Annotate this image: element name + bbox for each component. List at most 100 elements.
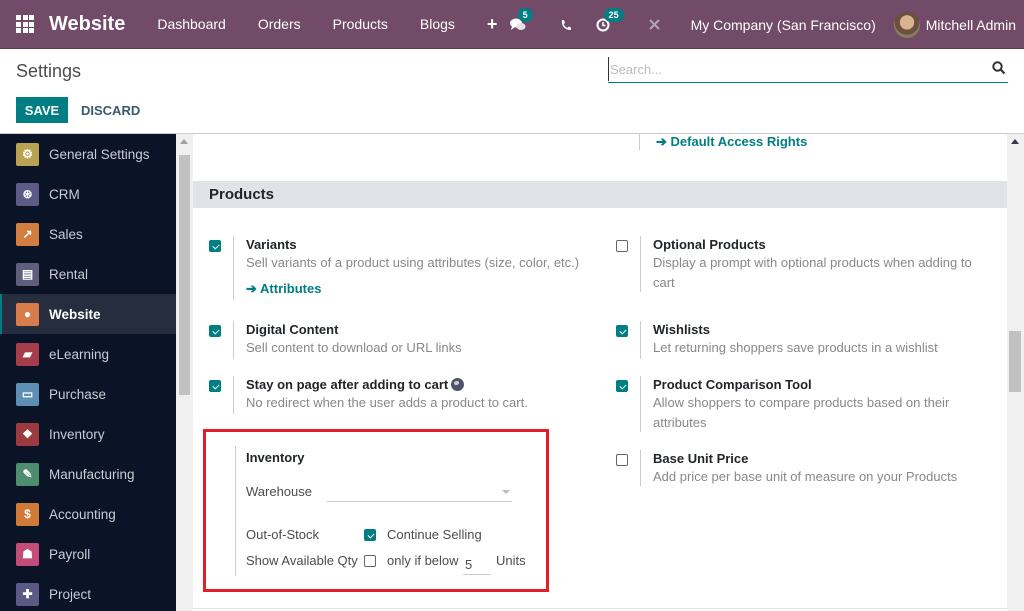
sidebar-item-label: CRM — [49, 186, 80, 202]
payroll-icon: ☗ — [16, 542, 39, 566]
handshake-icon: ⊛ — [16, 182, 39, 206]
sidebar-item-purchase[interactable]: ▭ Purchase — [0, 374, 176, 414]
chart-icon: ↗ — [16, 222, 39, 246]
avatar — [893, 11, 920, 38]
globe-icon — [451, 378, 465, 391]
invoice-icon: $ — [16, 502, 39, 526]
menu-blogs[interactable]: Blogs — [404, 16, 471, 32]
sidebar-item-manufacturing[interactable]: ✎ Manufacturing — [0, 454, 176, 494]
warehouse-label: Warehouse — [246, 484, 312, 499]
scroll-thumb[interactable] — [179, 155, 190, 395]
menu-orders[interactable]: Orders — [242, 16, 317, 32]
product-comparison-checkbox[interactable] — [616, 380, 628, 392]
arrow-right-icon: ➔ — [656, 134, 671, 149]
search-bar — [608, 57, 1008, 83]
activities-button[interactable]: 25 — [586, 7, 624, 32]
inventory-highlight-box: Inventory Warehouse Out-of-Stock Continu… — [203, 429, 549, 592]
search-input[interactable] — [608, 57, 978, 81]
gear-icon: ⚙ — [16, 142, 39, 166]
save-button[interactable]: SAVE — [16, 97, 68, 123]
control-panel: Settings SAVE DISCARD — [0, 49, 1024, 134]
sidebar-item-label: Sales — [49, 226, 83, 242]
search-icon[interactable] — [992, 61, 1006, 75]
apps-grid-icon[interactable] — [16, 15, 34, 33]
divider — [193, 608, 1007, 609]
sidebar-item-label: Manufacturing — [49, 466, 135, 482]
phone-button[interactable] — [550, 19, 582, 31]
sidebar-item-accounting[interactable]: $ Accounting — [0, 494, 176, 534]
setting-title: Product Comparison Tool — [653, 377, 812, 392]
arrow-right-icon: ➔ — [246, 281, 261, 296]
box-icon: ❖ — [16, 422, 39, 446]
menu-dashboard[interactable]: Dashboard — [141, 16, 242, 32]
attributes-link[interactable]: ➔ Attributes — [246, 281, 321, 297]
show-available-qty-label: Show Available Qty — [246, 553, 358, 568]
wishlists-checkbox[interactable] — [616, 325, 628, 337]
sidebar-scrollbar[interactable] — [176, 134, 193, 611]
messages-button[interactable]: 5 — [500, 7, 536, 32]
scroll-up-arrow-icon[interactable] — [1011, 139, 1019, 144]
setting-title: Optional Products — [653, 237, 766, 252]
scroll-up-arrow-icon[interactable] — [180, 139, 188, 144]
optional-products-checkbox[interactable] — [616, 240, 628, 252]
globe-icon: ● — [16, 302, 39, 326]
sidebar-item-label: Project — [49, 586, 92, 602]
sidebar-item-crm[interactable]: ⊛ CRM — [0, 174, 176, 214]
activities-badge: 25 — [603, 7, 624, 22]
only-if-below-label: only if below — [387, 553, 459, 568]
sidebar-item-label: Rental — [49, 266, 89, 282]
setting-description: Add price per base unit of measure on yo… — [653, 469, 958, 484]
warehouse-select[interactable] — [327, 480, 512, 502]
setting-title: Digital Content — [246, 322, 339, 337]
wrench-icon: ✎ — [16, 462, 39, 486]
sidebar-item-label: General Settings — [49, 146, 150, 162]
company-switcher[interactable]: My Company (San Francisco) — [671, 17, 894, 33]
sidebar-item-label: Accounting — [49, 506, 116, 522]
base-unit-price-checkbox[interactable] — [616, 454, 628, 466]
calendar-icon: ▤ — [16, 262, 39, 286]
messages-badge: 5 — [517, 7, 533, 22]
tools-icon — [648, 19, 660, 30]
variants-checkbox[interactable] — [209, 240, 221, 252]
debug-tools-button[interactable] — [638, 18, 671, 31]
show-available-qty-checkbox[interactable] — [364, 555, 376, 567]
app-name[interactable]: Website — [49, 13, 125, 36]
digital-content-checkbox[interactable] — [209, 325, 221, 337]
sidebar-item-website[interactable]: ● Website — [0, 294, 176, 334]
sidebar-item-elearning[interactable]: ▰ eLearning — [0, 334, 176, 374]
setting-description: Sell variants of a product using attribu… — [246, 255, 580, 270]
top-navbar: Website Dashboard Orders Products Blogs … — [0, 0, 1024, 49]
content-scrollbar[interactable] — [1007, 134, 1024, 611]
sidebar-item-project[interactable]: ✚ Project — [0, 574, 176, 611]
link-label: Default Access Rights — [670, 134, 808, 149]
menu-products[interactable]: Products — [317, 16, 404, 32]
out-of-stock-label: Out-of-Stock — [246, 527, 319, 542]
setting-title-text: Stay on page after adding to cart — [246, 377, 449, 392]
sidebar-item-label: Inventory — [49, 426, 105, 442]
continue-selling-label: Continue Selling — [387, 527, 482, 542]
divider — [235, 446, 236, 576]
setting-title: Stay on page after adding to cart — [246, 376, 593, 393]
sidebar-item-sales[interactable]: ↗ Sales — [0, 214, 176, 254]
elearning-icon: ▰ — [16, 342, 39, 366]
sidebar-item-label: Website — [49, 306, 101, 322]
sidebar-item-label: Purchase — [49, 386, 107, 402]
sidebar-item-general-settings[interactable]: ⚙ General Settings — [0, 134, 176, 174]
default-access-rights-link[interactable]: ➔ Default Access Rights — [639, 134, 807, 150]
discard-button[interactable]: DISCARD — [72, 97, 149, 123]
phone-icon — [561, 19, 571, 30]
sidebar-item-label: eLearning — [49, 346, 110, 362]
setting-title: Variants — [246, 237, 297, 252]
continue-selling-checkbox[interactable] — [364, 529, 376, 541]
threshold-input[interactable] — [463, 555, 491, 575]
setting-description: Sell content to download or URL links — [246, 340, 462, 355]
sidebar-item-payroll[interactable]: ☗ Payroll — [0, 534, 176, 574]
inventory-title: Inventory — [246, 450, 305, 465]
link-label: Attributes — [260, 281, 322, 296]
stay-on-page-checkbox[interactable] — [209, 380, 221, 392]
sidebar-item-inventory[interactable]: ❖ Inventory — [0, 414, 176, 454]
puzzle-icon: ✚ — [16, 582, 39, 606]
scroll-thumb[interactable] — [1009, 331, 1021, 392]
sidebar-item-rental[interactable]: ▤ Rental — [0, 254, 176, 294]
user-menu[interactable]: Mitchell Admin — [893, 11, 1024, 38]
